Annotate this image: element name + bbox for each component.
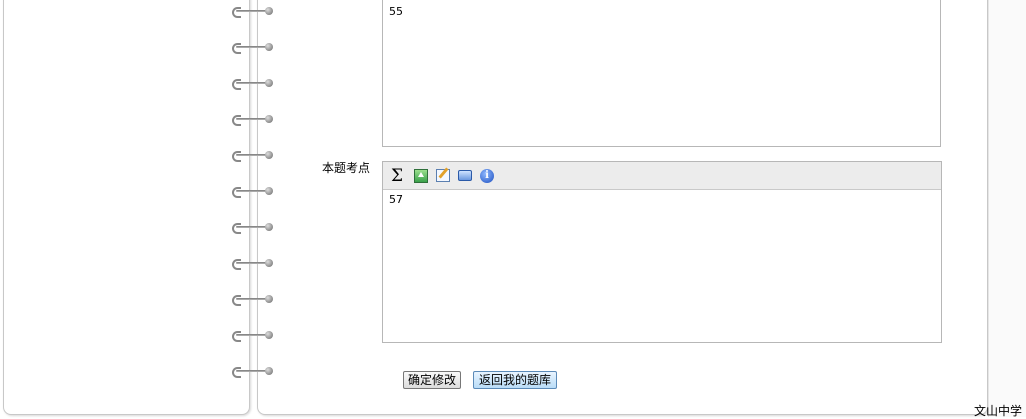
editor-toolbar: Σ i bbox=[383, 162, 941, 190]
binding-ring bbox=[232, 5, 276, 18]
binding-ring bbox=[232, 329, 276, 342]
binding-ring bbox=[232, 185, 276, 198]
school-name: 文山中学 bbox=[974, 404, 1023, 418]
answer-editor[interactable]: 55 bbox=[382, 0, 941, 147]
binding-ring bbox=[232, 293, 276, 306]
binding-ring bbox=[232, 257, 276, 270]
binding-ring bbox=[232, 221, 276, 234]
knowledge-point-editor[interactable]: Σ i 57 bbox=[382, 161, 942, 343]
binding-ring bbox=[232, 77, 276, 90]
back-to-question-bank-button[interactable]: 返回我的题库 bbox=[473, 371, 557, 389]
right-margin bbox=[988, 0, 1026, 417]
upload-image-icon[interactable] bbox=[413, 168, 429, 184]
sigma-icon[interactable]: Σ bbox=[391, 167, 407, 184]
knowledge-point-label: 本题考点 bbox=[321, 161, 370, 175]
confirm-edit-button[interactable]: 确定修改 bbox=[403, 371, 461, 389]
screen-icon[interactable] bbox=[457, 168, 473, 184]
knowledge-point-editor-content[interactable]: 57 bbox=[389, 193, 403, 206]
info-icon[interactable]: i bbox=[479, 168, 495, 184]
edit-icon[interactable] bbox=[435, 168, 451, 184]
binding-ring bbox=[232, 149, 276, 162]
answer-editor-content[interactable]: 55 bbox=[389, 5, 403, 18]
notebook-binding bbox=[232, 0, 276, 417]
binding-ring bbox=[232, 113, 276, 126]
binding-ring bbox=[232, 41, 276, 54]
notebook-left-page bbox=[3, 0, 250, 415]
binding-ring bbox=[232, 365, 276, 378]
